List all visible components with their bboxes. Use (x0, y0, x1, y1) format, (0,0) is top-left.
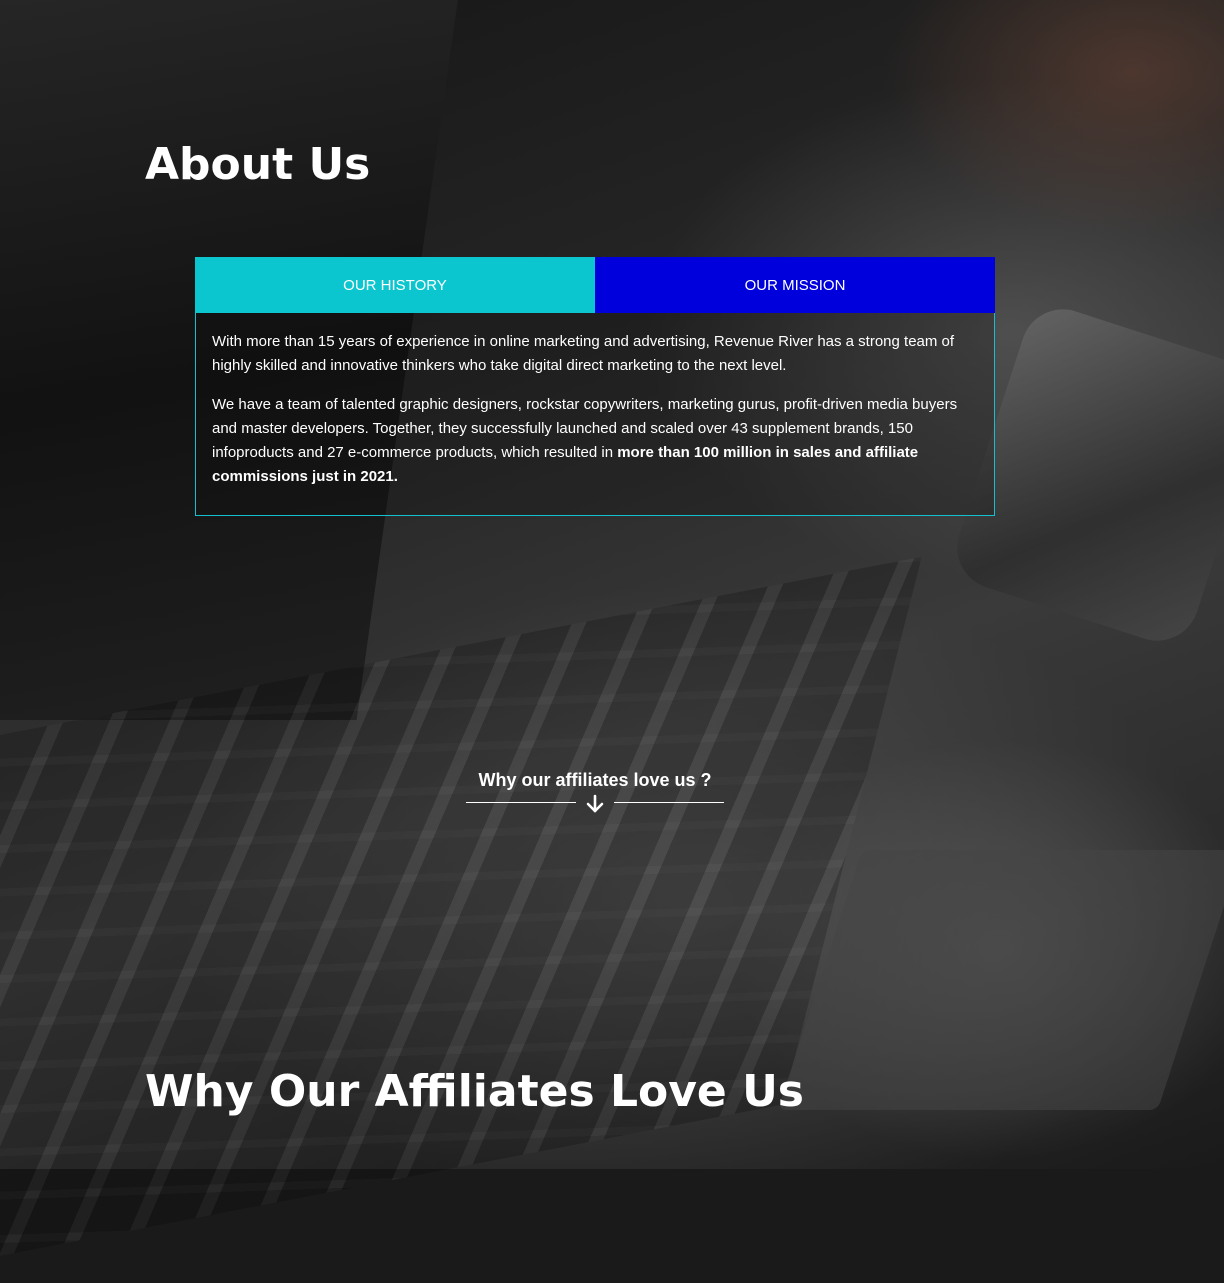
why-affiliates-link-label[interactable]: Why our affiliates love us ? (466, 768, 724, 792)
tab-our-mission[interactable]: OUR MISSION (595, 257, 995, 313)
why-affiliates-scroll-link[interactable]: Why our affiliates love us ? (466, 768, 724, 814)
arrow-down-icon[interactable] (585, 794, 605, 814)
divider-line-right (614, 802, 724, 803)
history-paragraph-1: With more than 15 years of experience in… (212, 333, 955, 374)
divider-line-left (466, 802, 576, 803)
about-us-heading: About Us (145, 139, 371, 190)
history-paragraph-2: We have a team of talented graphic desig… (212, 393, 978, 489)
tab-our-history[interactable]: OUR HISTORY (195, 257, 595, 313)
tab-bar: OUR HISTORY OUR MISSION (195, 257, 995, 313)
why-affiliates-heading: Why Our Affiliates Love Us (145, 1066, 804, 1117)
divider-with-arrow (466, 794, 724, 814)
about-tabs: OUR HISTORY OUR MISSION With more than 1… (195, 257, 995, 516)
background-trackpad (777, 850, 1224, 1110)
background-hand (880, 0, 1224, 240)
tab-panel-history: With more than 15 years of experience in… (195, 313, 995, 516)
